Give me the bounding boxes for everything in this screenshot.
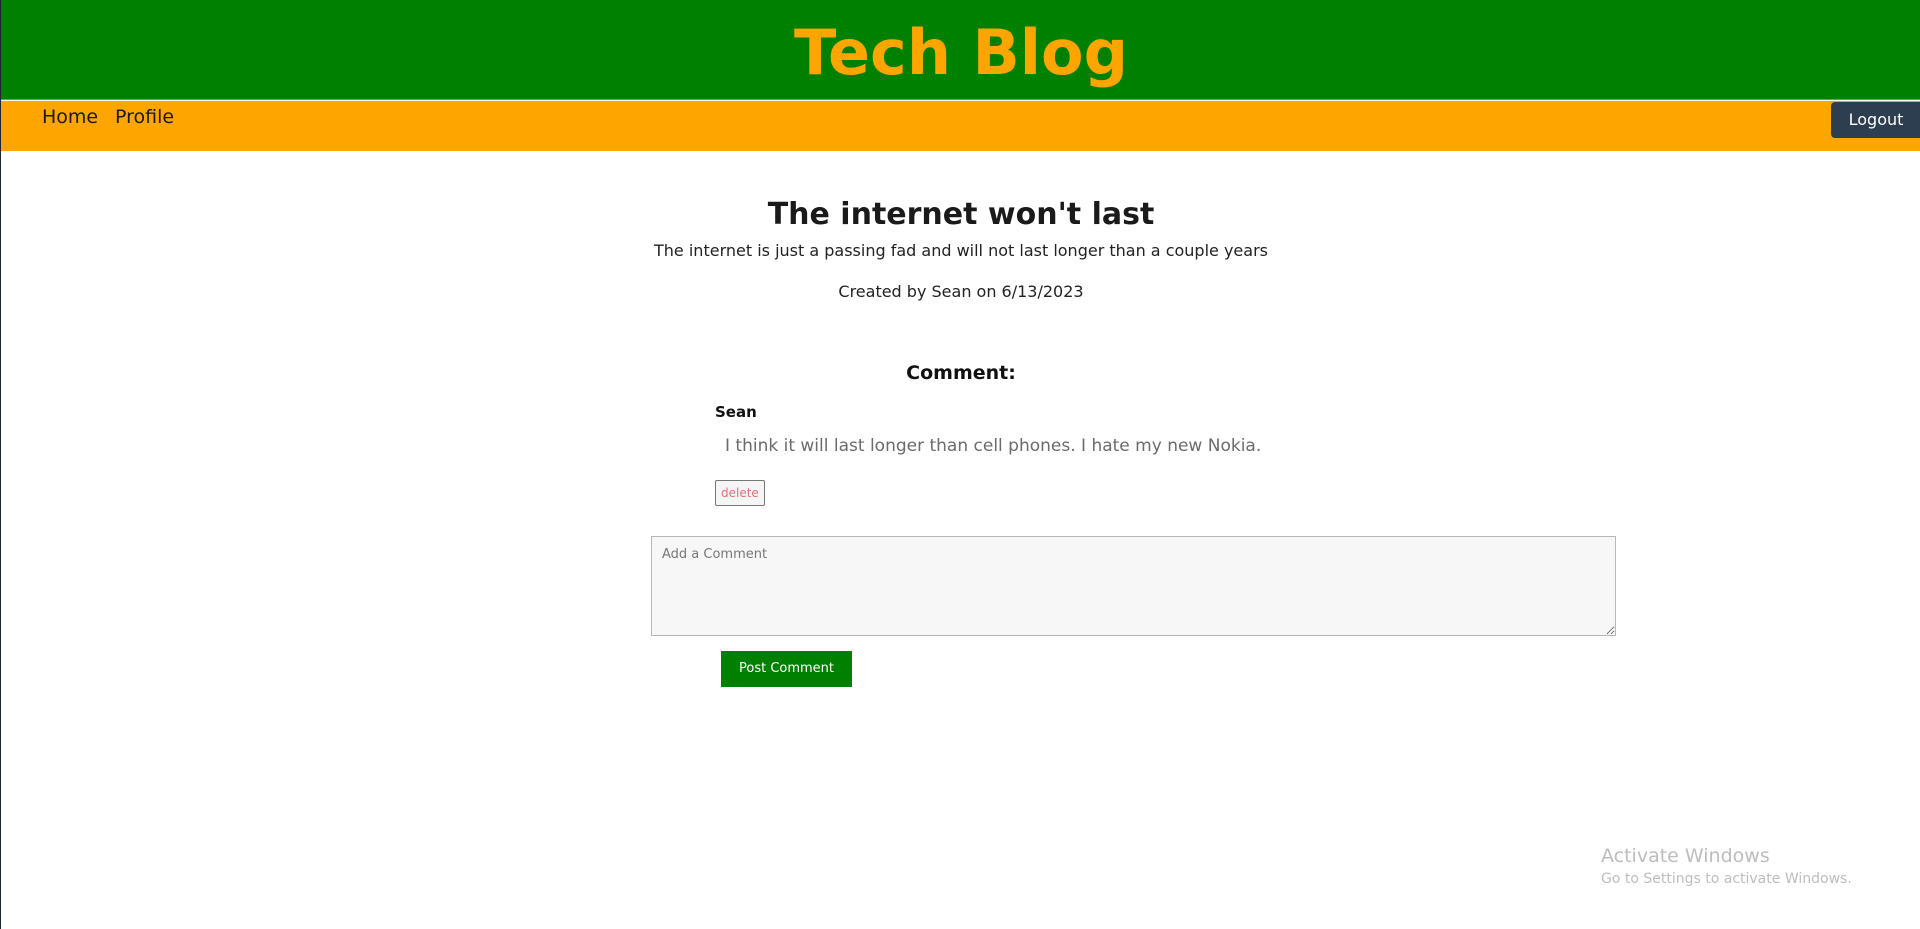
logout-button[interactable]: Logout [1831, 102, 1920, 138]
delete-comment-button[interactable]: delete [715, 480, 765, 506]
post-title: The internet won't last [767, 197, 1155, 232]
comment-author: Sean [715, 403, 757, 421]
comment-input[interactable] [651, 536, 1616, 636]
watermark-title: Activate Windows [1601, 845, 1770, 867]
nav-link-profile[interactable]: Profile [115, 104, 174, 130]
post-meta: Created by Sean on 6/13/2023 [838, 282, 1084, 301]
post-comment-button[interactable]: Post Comment [721, 651, 852, 687]
comments-heading: Comment: [906, 362, 1016, 384]
site-title: Tech Blog [793, 16, 1129, 89]
page: Tech Blog Home Profile Logout The intern… [0, 0, 1920, 929]
comment-text: I think it will last longer than cell ph… [725, 436, 1262, 456]
post-body: The internet is just a passing fad and w… [654, 241, 1268, 260]
site-header: Tech Blog [1, 0, 1920, 100]
nav-link-home[interactable]: Home [42, 104, 98, 130]
post: The internet won't last The internet is … [1, 195, 1920, 303]
nav-bar: Home Profile Logout [1, 101, 1920, 151]
watermark-subtitle: Go to Settings to activate Windows. [1601, 871, 1852, 887]
activate-windows-watermark: Activate Windows Go to Settings to activ… [1601, 844, 1852, 889]
